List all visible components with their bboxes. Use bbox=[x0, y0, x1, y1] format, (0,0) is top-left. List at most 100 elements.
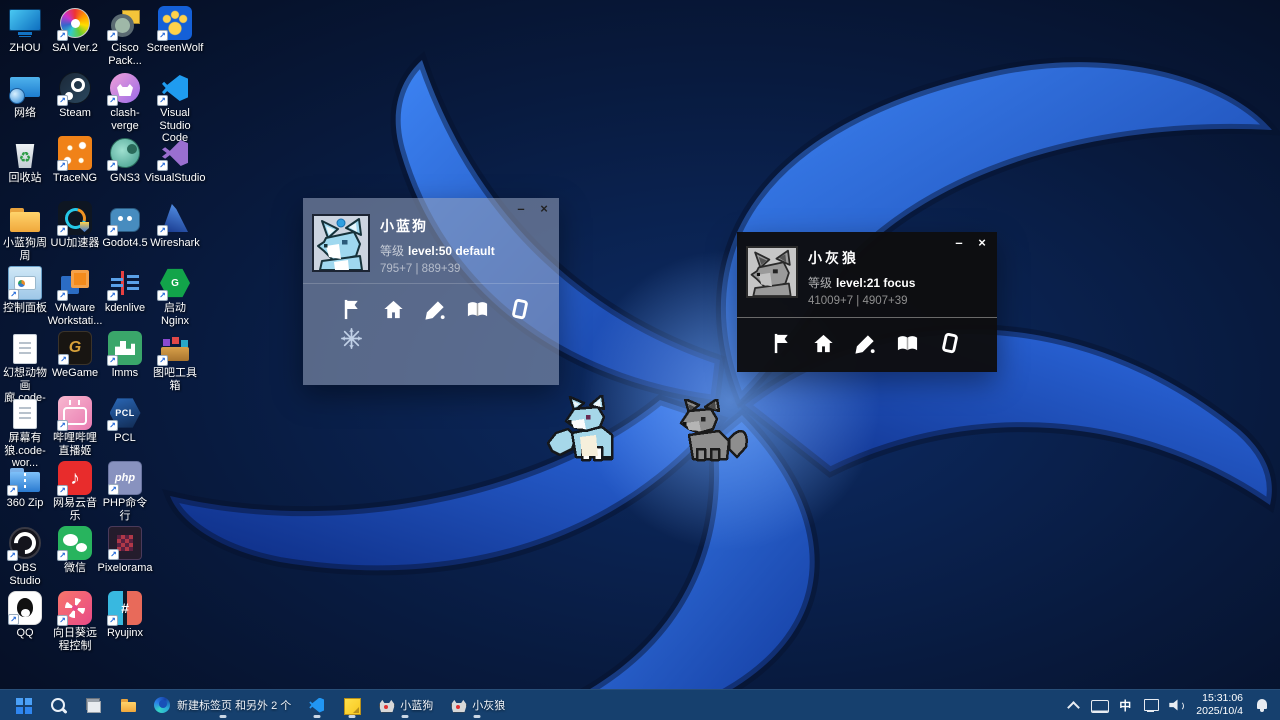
shortcut-badge bbox=[7, 485, 18, 496]
desktop-icon-label: Cisco Pack... bbox=[100, 42, 150, 67]
flag-icon[interactable] bbox=[340, 298, 363, 321]
shortcut-badge bbox=[157, 95, 168, 106]
desktop-icon-label: Ryujinx bbox=[107, 627, 143, 640]
desktop-icon[interactable]: 微信 bbox=[50, 526, 100, 591]
desktop-icon[interactable]: PCL PCL bbox=[100, 396, 150, 461]
clock[interactable]: 15:31:06 2025/10/4 bbox=[1191, 692, 1248, 718]
keyboard-icon bbox=[1091, 697, 1107, 713]
sticky-note-button[interactable] bbox=[336, 692, 367, 719]
pet-blue-dog-taskbar-button[interactable]: 小蓝狗 bbox=[371, 692, 439, 719]
app-icon bbox=[58, 6, 92, 40]
close-button[interactable]: × bbox=[975, 236, 989, 249]
desktop-screen: ZHOU SAI Ver.2 Cisco Pack... ScreenWolf … bbox=[0, 0, 1280, 720]
edge-browser-button[interactable]: 新建标签页 和另外 2 个 bbox=[148, 692, 297, 719]
home-icon[interactable] bbox=[382, 298, 405, 321]
shortcut-badge bbox=[57, 30, 68, 41]
level-label: 等级 bbox=[808, 276, 832, 290]
minimize-button[interactable]: – bbox=[952, 236, 966, 249]
desktop-icon[interactable]: Visual Studio Code bbox=[150, 71, 200, 136]
shortcut-badge bbox=[157, 290, 168, 301]
app-icon bbox=[108, 136, 142, 170]
desktop-icon[interactable]: G 启动Nginx bbox=[150, 266, 200, 331]
desktop-icon[interactable]: GNS3 bbox=[100, 136, 150, 201]
app-icon-letter: G bbox=[171, 278, 179, 289]
search-button[interactable] bbox=[43, 692, 74, 719]
desktop-icon[interactable]: clash-verge bbox=[100, 71, 150, 136]
desktop-icon-label: ZHOU bbox=[9, 42, 40, 55]
desktop-icon[interactable]: Wireshark bbox=[150, 201, 200, 266]
desktop-icon[interactable]: Pixelorama bbox=[100, 526, 150, 591]
vscode-button[interactable] bbox=[301, 692, 332, 719]
desktop-icon[interactable]: UU加速器 bbox=[50, 201, 100, 266]
desktop-icon[interactable]: 向日葵远程控制 bbox=[50, 591, 100, 656]
app-icon bbox=[108, 331, 142, 365]
tray-overflow-button[interactable] bbox=[1061, 692, 1085, 719]
desktop-icon[interactable]: Steam bbox=[50, 71, 100, 136]
desktop-icon[interactable]: 屏幕有狼.code-wor... bbox=[0, 396, 50, 461]
desktop-icon[interactable]: lmms bbox=[100, 331, 150, 396]
desktop-icon-label: ScreenWolf bbox=[147, 42, 204, 55]
desktop-icon[interactable]: QQ bbox=[0, 591, 50, 656]
volume-button[interactable] bbox=[1165, 692, 1189, 719]
desktop-icon[interactable]: Cisco Pack... bbox=[100, 6, 150, 71]
ime-mode-button[interactable]: 中 bbox=[1113, 692, 1137, 719]
desktop-icon[interactable]: kdenlive bbox=[100, 266, 150, 331]
touch-keyboard-button[interactable] bbox=[1087, 692, 1111, 719]
desktop-icon[interactable]: 幻想动物画廊.code-w... bbox=[0, 331, 50, 396]
minimize-button[interactable]: – bbox=[514, 202, 528, 215]
notification-button[interactable] bbox=[1250, 692, 1274, 719]
app-icon bbox=[158, 71, 192, 105]
desktop-icon[interactable]: 图吧工具箱 bbox=[150, 331, 200, 396]
desktop-icon-label: 哔哩哔哩直播姬 bbox=[50, 432, 100, 457]
network-button[interactable] bbox=[1139, 692, 1163, 719]
close-button[interactable]: × bbox=[537, 202, 551, 215]
desktop-icon[interactable]: OBS Studio bbox=[0, 526, 50, 591]
desktop-icon[interactable]: # Ryujinx bbox=[100, 591, 150, 656]
pet-gray-wolf-taskbar-button[interactable]: 小灰狼 bbox=[443, 692, 511, 719]
desktop-icon[interactable]: VMware Workstati... bbox=[50, 266, 100, 331]
shortcut-badge bbox=[107, 95, 118, 106]
write-icon[interactable] bbox=[424, 298, 447, 321]
phone-icon[interactable] bbox=[508, 298, 531, 321]
pet-gray-wolf-sprite[interactable] bbox=[663, 399, 751, 474]
level-label: 等级 bbox=[380, 244, 404, 258]
shortcut-badge bbox=[107, 160, 118, 171]
desktop-icon[interactable]: 哔哩哔哩直播姬 bbox=[50, 396, 100, 461]
desktop-icon-label: PHP命令行 bbox=[100, 497, 150, 522]
book-icon[interactable] bbox=[466, 298, 489, 321]
shortcut-badge bbox=[57, 290, 68, 301]
desktop-icon[interactable]: 回收站 bbox=[0, 136, 50, 201]
phone-icon[interactable] bbox=[938, 332, 961, 355]
start-button[interactable] bbox=[8, 692, 39, 719]
desktop-icon[interactable]: TraceNG bbox=[50, 136, 100, 201]
shortcut-badge bbox=[107, 225, 118, 236]
desktop-icon-label: 启动Nginx bbox=[150, 302, 200, 327]
snowflake-icon[interactable] bbox=[303, 321, 559, 355]
flag-icon[interactable] bbox=[770, 332, 793, 355]
desktop-icon[interactable]: ScreenWolf bbox=[150, 6, 200, 71]
desktop-icon[interactable]: 360 Zip bbox=[0, 461, 50, 526]
shortcut-badge bbox=[108, 549, 119, 560]
shortcut-badge bbox=[58, 354, 69, 365]
file-explorer-button[interactable] bbox=[113, 692, 144, 719]
desktop-icon[interactable]: ZHOU bbox=[0, 6, 50, 71]
home-icon[interactable] bbox=[812, 332, 835, 355]
desktop-icon[interactable]: 控制面板 bbox=[0, 266, 50, 331]
desktop-icon[interactable]: Godot4.5 bbox=[100, 201, 150, 266]
desktop-icon-label: 微信 bbox=[64, 562, 86, 575]
desktop-icon[interactable]: VisualStudio bbox=[150, 136, 200, 201]
pet-blue-fox-sprite[interactable] bbox=[544, 395, 636, 474]
desktop-icon[interactable]: 网络 bbox=[0, 71, 50, 136]
app-icon bbox=[8, 331, 42, 365]
write-icon[interactable] bbox=[854, 332, 877, 355]
desktop-icon[interactable]: php PHP命令行 bbox=[100, 461, 150, 526]
desktop-icon[interactable]: 网易云音乐 bbox=[50, 461, 100, 526]
desktop-icon-label: 图吧工具箱 bbox=[150, 367, 200, 392]
shortcut-badge bbox=[157, 225, 168, 236]
desktop-icon[interactable]: G WeGame bbox=[50, 331, 100, 396]
desktop-icon[interactable]: SAI Ver.2 bbox=[50, 6, 100, 71]
desktop-icon[interactable]: 小蓝狗周周 bbox=[0, 201, 50, 266]
chevron-up-icon bbox=[1065, 697, 1081, 713]
book-icon[interactable] bbox=[896, 332, 919, 355]
taskbar-app-window[interactable] bbox=[78, 692, 109, 719]
